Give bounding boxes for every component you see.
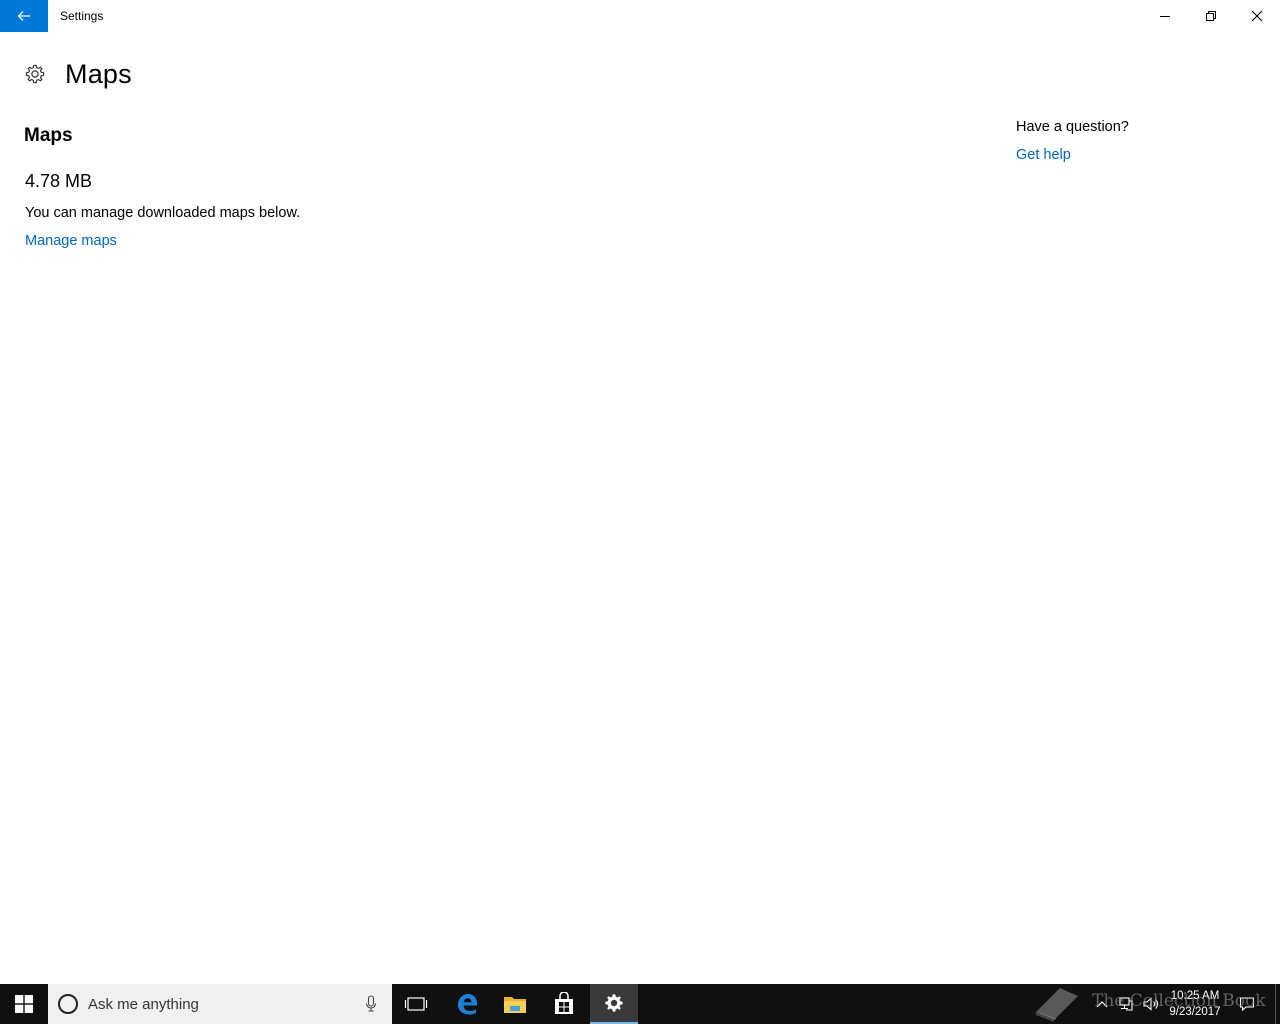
back-arrow-icon xyxy=(17,11,30,21)
cortana-search-box[interactable]: Ask me anything xyxy=(48,984,392,1024)
edge-taskbar-button[interactable] xyxy=(443,984,491,1024)
book-logo-icon xyxy=(1036,988,1078,1022)
help-heading: Have a question? xyxy=(1016,119,1129,135)
manage-maps-link[interactable]: Manage maps xyxy=(25,233,117,249)
page-header: Maps xyxy=(24,58,132,90)
restore-icon xyxy=(1206,11,1216,21)
cortana-icon xyxy=(58,994,78,1014)
search-placeholder: Ask me anything xyxy=(88,995,199,1013)
window-title: Settings xyxy=(60,9,104,23)
microphone-icon[interactable] xyxy=(364,994,378,1014)
file-explorer-icon xyxy=(504,997,526,1013)
store-icon xyxy=(555,992,573,1014)
restore-button[interactable] xyxy=(1188,0,1234,32)
settings-icon xyxy=(605,994,623,1012)
section-title: Maps xyxy=(24,125,73,146)
close-icon xyxy=(1251,10,1263,22)
edge-icon xyxy=(458,994,477,1015)
minimize-button[interactable] xyxy=(1142,0,1188,32)
windows-logo-icon xyxy=(15,995,33,1013)
file-explorer-taskbar-button[interactable] xyxy=(491,984,539,1024)
watermark: The Collection Book xyxy=(1030,982,1266,1022)
back-button[interactable] xyxy=(0,0,48,32)
start-button[interactable] xyxy=(0,984,48,1024)
close-button[interactable] xyxy=(1234,0,1280,32)
get-help-link[interactable]: Get help xyxy=(1016,147,1071,163)
settings-taskbar-button[interactable] xyxy=(590,984,638,1024)
title-bar: Settings xyxy=(0,0,1280,32)
show-desktop-button[interactable] xyxy=(1275,984,1280,1024)
store-taskbar-button[interactable] xyxy=(540,984,588,1024)
task-view-button[interactable] xyxy=(392,984,440,1024)
maps-storage-size: 4.78 MB xyxy=(25,171,93,191)
gear-icon xyxy=(25,64,45,84)
task-view-icon xyxy=(404,997,428,1011)
page-title: Maps xyxy=(65,58,132,89)
watermark-text: The Collection Book xyxy=(1092,991,1266,1011)
minimize-icon xyxy=(1160,16,1170,17)
maps-description: You can manage downloaded maps below. xyxy=(25,205,301,221)
